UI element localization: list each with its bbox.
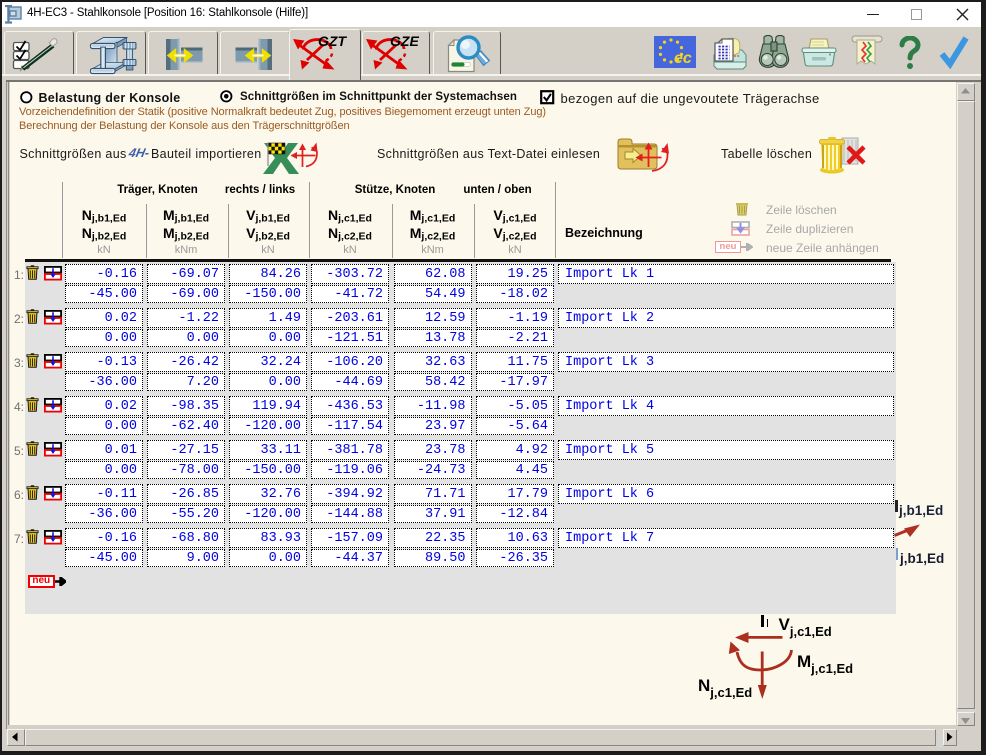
svg-text:GZE: GZE <box>390 33 419 49</box>
svg-text:GZT: GZT <box>318 33 347 49</box>
svg-text:ec: ec <box>674 50 692 67</box>
